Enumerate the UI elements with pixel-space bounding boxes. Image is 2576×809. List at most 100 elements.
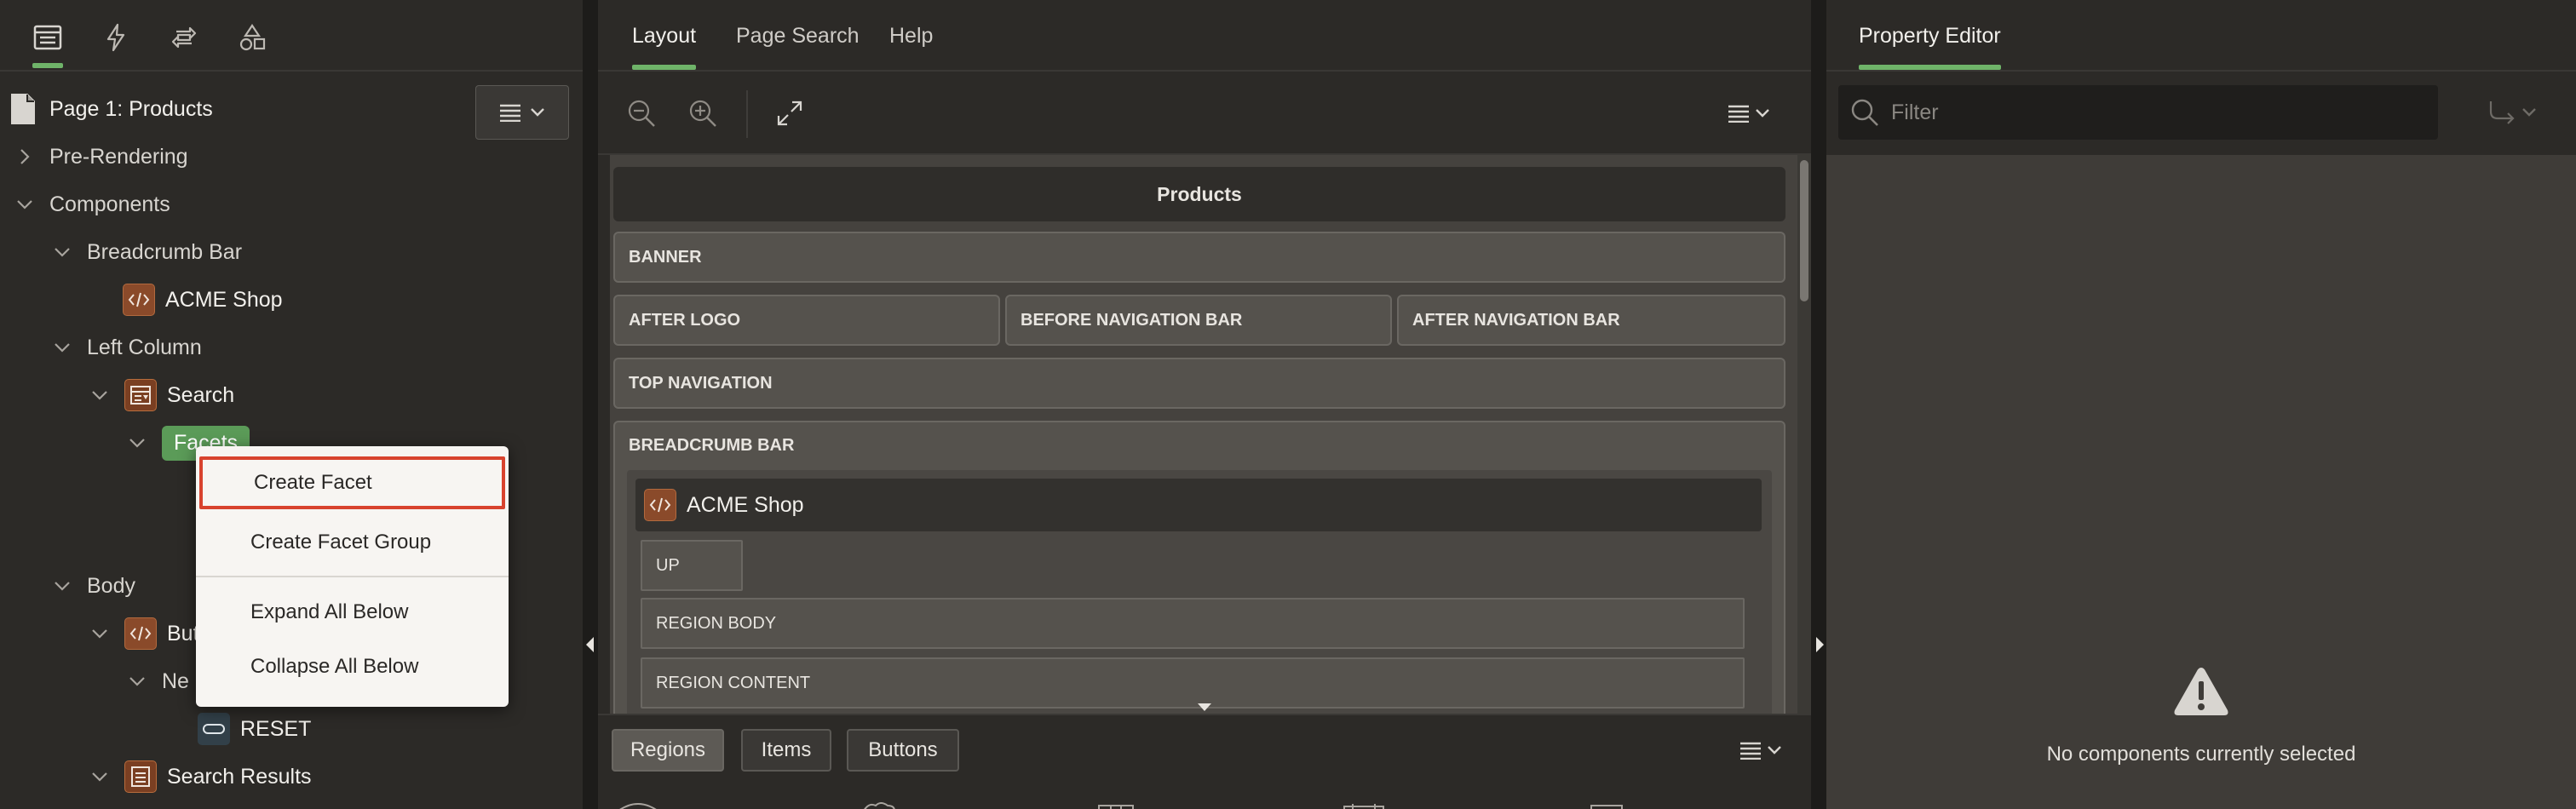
layout-pane: Layout Page Search Help Products BANNER … (598, 0, 1811, 809)
tree-node-label: Search Results (167, 764, 312, 789)
menu-item-collapse-all-below[interactable]: Collapse All Below (196, 640, 509, 693)
static-content-icon (123, 284, 155, 316)
layout-toolbar (598, 73, 1811, 155)
chevron-down-icon[interactable] (49, 335, 75, 360)
expand-button[interactable] (768, 92, 811, 135)
tab-help[interactable]: Help (889, 24, 933, 49)
chevron-down-icon[interactable] (124, 668, 150, 694)
scrollbar-thumb[interactable] (1800, 160, 1808, 301)
gallery-tab-regions[interactable]: Regions (612, 729, 724, 772)
faceted-search-icon (124, 379, 157, 411)
search-icon (1851, 99, 1878, 126)
gallery-tab-buttons[interactable]: Buttons (847, 729, 959, 772)
chevron-down-icon[interactable] (87, 382, 112, 408)
empty-state-message: No components currently selected (2046, 743, 2356, 766)
layout-menu-button[interactable] (1719, 92, 1779, 135)
tree-node-breadcrumb-bar[interactable]: Breadcrumb Bar (49, 233, 242, 271)
tree-node-label: Body (87, 573, 135, 598)
gallery-card-icon[interactable] (1590, 804, 1624, 809)
processing-cycle-icon (171, 26, 197, 49)
tree-node-body[interactable]: Body (49, 567, 135, 605)
menu-lines-icon (500, 104, 520, 122)
zoom-out-button[interactable] (620, 92, 663, 135)
collapse-right-icon[interactable] (1816, 637, 1824, 652)
tree-node-buttons[interactable]: Butt (87, 615, 204, 652)
chevron-down-icon[interactable] (12, 192, 37, 217)
tree-menu-button[interactable] (475, 85, 569, 140)
tree-node-label: Ne (162, 668, 189, 693)
left-pane-tabs (0, 0, 583, 72)
page-name-header[interactable]: Products (613, 167, 1785, 221)
chevron-right-icon[interactable] (12, 144, 37, 169)
filter-input[interactable]: Filter (1838, 85, 2438, 140)
after-logo-region[interactable]: AFTER LOGO (613, 295, 1000, 346)
go-to-arrow-icon (2489, 101, 2515, 124)
gallery-cloud-icon[interactable] (862, 802, 896, 809)
tab-property-editor[interactable]: Property Editor (1859, 24, 2001, 70)
filter-placeholder: Filter (1891, 100, 1939, 124)
left-splitter[interactable] (583, 0, 598, 809)
warning-icon (2174, 668, 2228, 715)
go-to-group-button[interactable] (2487, 97, 2547, 128)
processing-tab[interactable] (165, 19, 203, 56)
zoom-in-icon (689, 100, 716, 127)
tree-node-label: Breadcrumb Bar (87, 239, 243, 264)
tab-layout[interactable]: Layout (632, 24, 697, 70)
gallery-panel: Regions Items Buttons (598, 714, 1811, 809)
tree-node-components[interactable]: Components (12, 186, 170, 223)
gallery-circle-icon[interactable] (617, 802, 659, 809)
tree-node-reset[interactable]: RESET (198, 710, 311, 748)
tree-node-acme-shop[interactable]: ACME Shop (123, 281, 283, 318)
rendering-tab[interactable] (29, 19, 66, 68)
tree-node-search[interactable]: Search (87, 376, 234, 414)
region-body-position[interactable]: REGION BODY (641, 598, 1745, 649)
gallery-menu-button[interactable] (1731, 729, 1791, 772)
chevron-down-icon (531, 108, 544, 117)
chevron-down-icon[interactable] (49, 239, 75, 265)
menu-lines-icon (1728, 105, 1749, 123)
menu-lines-icon (1740, 742, 1761, 760)
shared-components-tab[interactable] (233, 19, 271, 56)
canvas-scrollbar[interactable] (1797, 155, 1811, 714)
shapes-icon (239, 24, 266, 51)
tree-node-label: Search (167, 382, 235, 407)
after-navigation-bar-region[interactable]: AFTER NAVIGATION BAR (1397, 295, 1785, 346)
zoom-out-icon (628, 100, 655, 127)
chevron-down-icon[interactable] (87, 764, 112, 789)
gallery-tab-items[interactable]: Items (741, 729, 831, 772)
acme-shop-region[interactable]: ACME Shop (635, 479, 1762, 531)
report-icon (124, 760, 157, 793)
page-tree-pane: Page 1: Products Pre-Rendering Component… (0, 0, 583, 809)
chevron-down-icon[interactable] (124, 430, 150, 456)
expand-arrows-icon (777, 100, 802, 126)
tree-node-label: ACME Shop (165, 287, 283, 312)
region-title: ACME Shop (687, 492, 804, 517)
menu-item-create-facet-group[interactable]: Create Facet Group (196, 516, 509, 569)
menu-item-expand-all-below[interactable]: Expand All Below (196, 586, 509, 639)
toolbar-divider (746, 90, 748, 138)
tree-node-left-column[interactable]: Left Column (49, 329, 202, 366)
top-navigation-region[interactable]: TOP NAVIGATION (613, 358, 1785, 409)
region-content-position[interactable]: REGION CONTENT (641, 657, 1745, 709)
up-position[interactable]: UP (641, 540, 743, 591)
gallery-calendar-icon[interactable] (1343, 804, 1385, 809)
tree-node-label: Components (49, 192, 170, 216)
chevron-down-icon[interactable] (49, 573, 75, 599)
zoom-in-button[interactable] (681, 92, 724, 135)
page-node[interactable]: Page 1: Products (9, 90, 213, 128)
dynamic-actions-tab[interactable] (97, 19, 135, 56)
tree-node-new[interactable]: Ne (124, 663, 189, 700)
banner-region[interactable]: BANNER (613, 232, 1785, 283)
tab-page-search[interactable]: Page Search (736, 24, 860, 49)
scroll-down-icon[interactable] (1198, 703, 1211, 711)
gallery-table-icon[interactable] (1097, 804, 1135, 809)
right-splitter[interactable] (1811, 0, 1826, 809)
tree-node-search-results[interactable]: Search Results (87, 758, 312, 795)
empty-state (1826, 664, 2576, 723)
before-navigation-bar-region[interactable]: BEFORE NAVIGATION BAR (1005, 295, 1392, 346)
tree-node-pre-rendering[interactable]: Pre-Rendering (12, 138, 188, 175)
chevron-down-icon[interactable] (87, 621, 112, 646)
layout-canvas[interactable]: Products BANNER AFTER LOGO BEFORE NAVIGA… (610, 155, 1811, 714)
collapse-left-icon[interactable] (586, 637, 594, 652)
menu-item-create-facet[interactable]: Create Facet (199, 456, 505, 509)
